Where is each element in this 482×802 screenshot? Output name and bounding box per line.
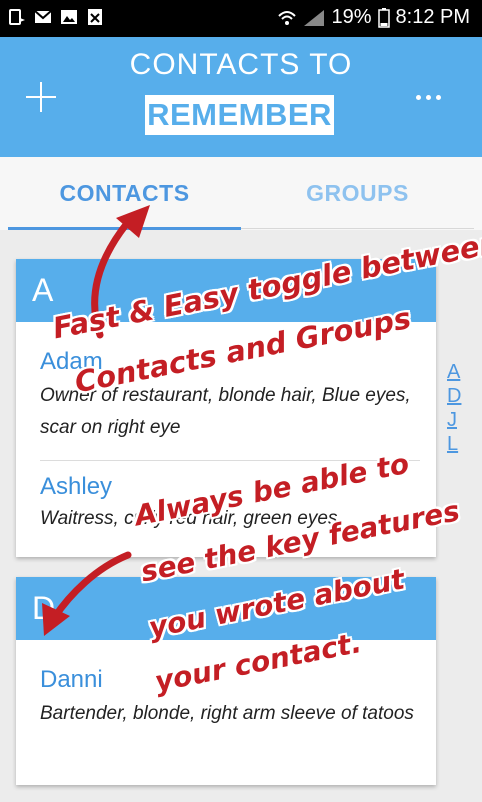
tab-bar: CONTACTS GROUPS bbox=[0, 157, 482, 230]
index-letter-l[interactable]: L bbox=[447, 432, 467, 456]
alphabet-index: A D J L bbox=[447, 360, 467, 456]
index-letter-j[interactable]: J bbox=[447, 408, 467, 432]
app-title-line2: REMEMBER bbox=[145, 95, 334, 135]
battery-icon bbox=[377, 7, 390, 28]
app-bar: CONTACTS TO REMEMBER bbox=[0, 37, 482, 157]
index-letter-d[interactable]: D bbox=[447, 384, 467, 408]
status-indicators: 19% 8:12 PM bbox=[277, 6, 470, 29]
index-letter-a[interactable]: A bbox=[447, 360, 467, 384]
tab-contacts[interactable]: CONTACTS bbox=[8, 157, 241, 230]
image-icon bbox=[61, 10, 77, 24]
wifi-icon bbox=[278, 10, 297, 25]
tab-track bbox=[241, 228, 474, 229]
gmail-icon bbox=[34, 10, 52, 23]
add-contact-button[interactable] bbox=[24, 80, 58, 114]
more-options-icon[interactable] bbox=[416, 92, 444, 106]
notification-icons bbox=[8, 8, 104, 26]
status-bar: 19% 8:12 PM bbox=[0, 0, 482, 37]
spreadsheet-icon bbox=[88, 9, 102, 25]
signal-icon bbox=[304, 9, 325, 26]
tab-groups[interactable]: GROUPS bbox=[241, 157, 474, 230]
battery-percent: 19% bbox=[331, 6, 372, 28]
app-title-line1: CONTACTS TO bbox=[129, 48, 353, 81]
active-tab-indicator bbox=[8, 227, 241, 230]
contact-description: Bartender, blonde, right arm sleeve of t… bbox=[40, 703, 414, 724]
clock: 8:12 PM bbox=[395, 6, 470, 28]
phone-icon bbox=[9, 9, 25, 25]
